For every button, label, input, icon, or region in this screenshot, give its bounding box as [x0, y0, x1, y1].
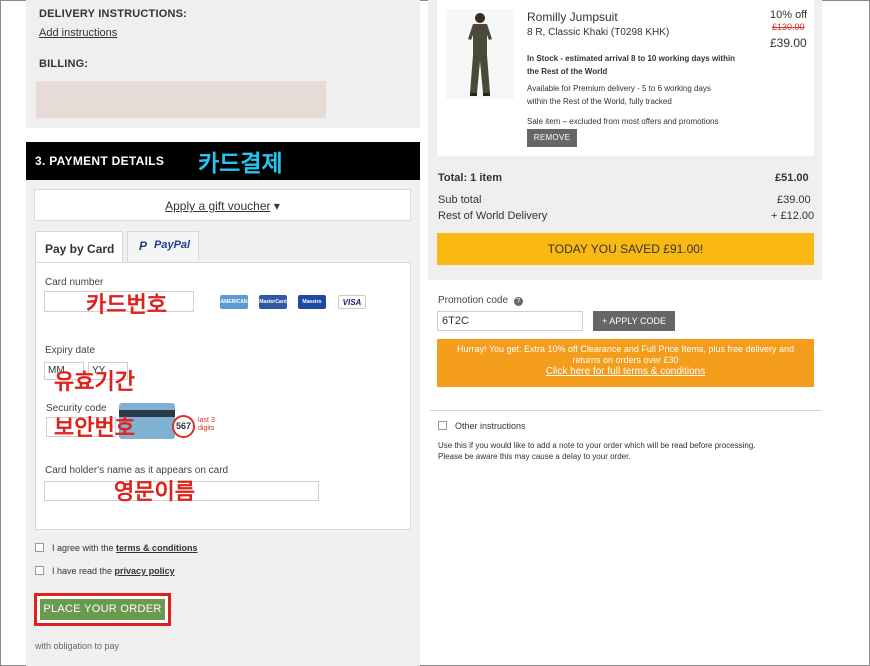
tab-pay-by-card-label: Pay by Card — [45, 242, 115, 256]
remove-button[interactable]: REMOVE — [527, 129, 577, 147]
delivery-value: + £12.00 — [771, 210, 815, 222]
tab-pay-by-card[interactable]: Pay by Card — [35, 231, 123, 263]
terms-text: I agree with the — [52, 543, 117, 553]
privacy-row: I have read the privacy policy — [35, 566, 175, 576]
help-icon[interactable]: ? — [513, 297, 523, 306]
place-order-highlight: PLACE YOUR ORDER — [34, 593, 171, 626]
amex-icon: AMERICAN EXPRESS — [220, 295, 248, 319]
tab-paypal[interactable]: P PayPal — [127, 231, 199, 261]
sale-note: Sale item – excluded from most offers an… — [527, 117, 719, 126]
promo-success-banner: Hurray! You get: Extra 10% off Clearance… — [437, 339, 814, 387]
gift-voucher-toggle[interactable]: Apply a gift voucher ▾ — [35, 199, 410, 213]
promo-code-label-text: Promotion code — [438, 295, 509, 306]
subtotal-label: Sub total — [438, 194, 482, 206]
other-instructions-label: Other instructions — [455, 421, 526, 431]
old-price: £130.00 — [772, 22, 805, 32]
stock-line-1: In Stock - estimated arrival 8 to 10 wor… — [527, 54, 736, 63]
payment-details-title: 3. PAYMENT DETAILS — [35, 154, 165, 168]
paypal-icon: P — [139, 239, 148, 253]
visa-icon: VISA — [338, 295, 366, 309]
terms-link[interactable]: terms & conditions — [116, 543, 198, 553]
annotation-expiry: 유효기간 — [54, 370, 135, 395]
subtotal-value: £39.00 — [777, 194, 811, 206]
terms-row: I agree with the terms & conditions — [35, 543, 198, 553]
add-instructions-link[interactable]: Add instructions — [39, 27, 117, 39]
promo-code-input[interactable]: 6T2C — [437, 311, 583, 331]
divider — [430, 410, 822, 411]
promo-note-line-2: returns on orders over £30 — [572, 355, 679, 365]
product-variant: 8 R, Classic Khaki (T0298 KHK) — [527, 27, 670, 38]
annotation-card-payment: 카드결제 — [198, 151, 283, 177]
terms-checkbox[interactable] — [35, 543, 44, 552]
delivery-instructions-label: DELIVERY INSTRUCTIONS: — [39, 8, 188, 20]
premium-line-1: Available for Premium delivery - 5 to 6 … — [527, 84, 711, 93]
privacy-checkbox[interactable] — [35, 566, 44, 575]
security-sample-badge: 567 — [172, 415, 195, 438]
stock-line-2: the Rest of the World — [527, 67, 608, 76]
total-label: Total: 1 item — [438, 172, 502, 184]
security-hint-line-1: last 3 — [198, 417, 215, 424]
expiry-date-label: Expiry date — [45, 345, 96, 356]
premium-line-2: within the Rest of the World, fully trac… — [527, 97, 672, 106]
delivery-label: Rest of World Delivery — [438, 210, 548, 222]
apply-code-button[interactable]: + APPLY CODE — [593, 311, 675, 331]
security-hint-line-2: digits — [198, 425, 215, 432]
obligation-note: with obligation to pay — [35, 641, 120, 651]
annotation-card-number: 카드번호 — [86, 293, 167, 318]
place-order-button[interactable]: PLACE YOUR ORDER — [40, 599, 165, 620]
promo-code-label: Promotion code ? — [438, 295, 523, 306]
promo-note-line-1: Hurray! You get: Extra 10% off Clearance… — [456, 344, 794, 354]
billing-address-redacted — [36, 81, 326, 118]
caret-down-icon: ▾ — [273, 199, 280, 213]
other-note-line-2: Please be aware this may cause a delay t… — [438, 452, 631, 461]
maestro-icon: Maestro — [298, 295, 326, 309]
other-instructions-row: Other instructions — [438, 421, 526, 431]
product-image — [446, 9, 514, 99]
annotation-security: 보안번호 — [54, 416, 135, 441]
gift-voucher-link[interactable]: Apply a gift voucher — [165, 199, 270, 213]
section-gap — [26, 128, 420, 142]
gift-voucher-box[interactable]: Apply a gift voucher ▾ — [34, 189, 411, 221]
security-code-hint: last 3 digits — [198, 417, 215, 433]
other-note-line-1: Use this if you would like to add a note… — [438, 441, 756, 450]
tab-paypal-label: PayPal — [154, 239, 191, 251]
total-value: £51.00 — [775, 172, 809, 184]
privacy-link[interactable]: privacy policy — [115, 566, 175, 576]
product-name: Romilly Jumpsuit — [527, 10, 618, 24]
discount-badge: 10% off — [770, 9, 808, 21]
other-instructions-checkbox[interactable] — [438, 421, 447, 430]
mastercard-icon: MasterCard — [259, 295, 287, 309]
new-price: £39.00 — [770, 36, 807, 50]
annotation-english-name: 영문이름 — [114, 480, 195, 505]
promo-terms-link[interactable]: Click here for full terms & conditions — [447, 366, 804, 377]
privacy-text: I have read the — [52, 566, 115, 576]
savings-banner: TODAY YOU SAVED £91.00! — [437, 233, 814, 265]
billing-label: BILLING: — [39, 58, 89, 70]
